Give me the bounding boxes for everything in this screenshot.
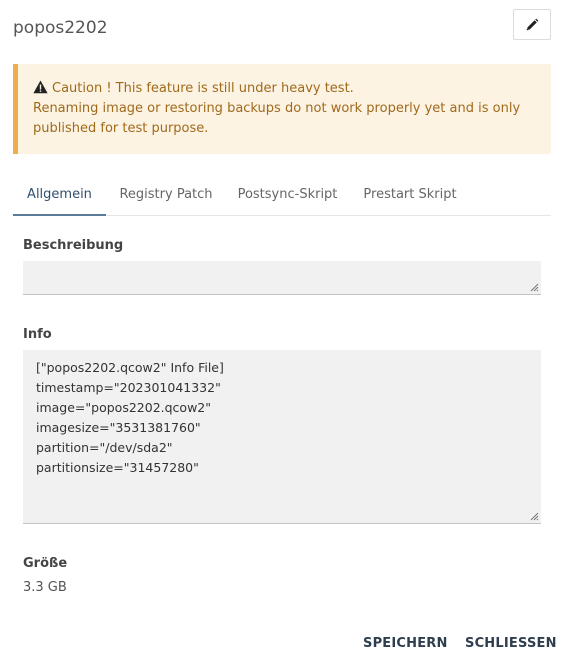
edit-button[interactable] <box>513 9 551 40</box>
info-line: imagesize="3531381760" <box>36 420 201 435</box>
close-button[interactable]: SCHLIESSEN <box>465 636 557 651</box>
tab-postsync-skript[interactable]: Postsync-Skript <box>231 174 344 215</box>
pencil-icon <box>526 18 539 30</box>
size-value: 3.3 GB <box>23 580 67 595</box>
alert-line-1: Caution ! This feature is still under he… <box>33 79 536 99</box>
save-button[interactable]: SPEICHERN <box>363 636 448 651</box>
info-line: partition="/dev/sda2" <box>36 440 173 455</box>
info-line: ["popos2202.qcow2" Info File] <box>36 360 224 375</box>
tab-registry-patch[interactable]: Registry Patch <box>113 174 219 215</box>
info-line: timestamp="202301041332" <box>36 380 221 395</box>
size-label: Größe <box>23 556 68 571</box>
info-field[interactable]: ["popos2202.qcow2" Info File] timestamp=… <box>23 350 541 524</box>
dialog-header: popos2202 <box>13 8 551 48</box>
alert-line-2: Renaming image or restoring backups do n… <box>33 101 521 116</box>
warning-triangle-icon <box>33 80 48 94</box>
info-label: Info <box>23 327 52 342</box>
caution-alert: Caution ! This feature is still under he… <box>13 64 551 154</box>
tab-bar: Allgemein Registry Patch Postsync-Skript… <box>13 174 551 216</box>
dialog-title: popos2202 <box>13 18 108 38</box>
info-line: image="popos2202.qcow2" <box>36 400 211 415</box>
description-label: Beschreibung <box>23 238 124 253</box>
tab-allgemein[interactable]: Allgemein <box>13 174 106 216</box>
resize-handle-icon[interactable] <box>530 512 539 521</box>
description-field[interactable] <box>23 261 541 295</box>
resize-handle-icon[interactable] <box>530 283 539 292</box>
info-line: partitionsize="31457280" <box>36 460 199 475</box>
tab-prestart-skript[interactable]: Prestart Skript <box>356 174 464 215</box>
alert-line-3: published for test purpose. <box>33 121 209 136</box>
alert-caution-text: Caution ! This feature is still under he… <box>52 81 354 96</box>
